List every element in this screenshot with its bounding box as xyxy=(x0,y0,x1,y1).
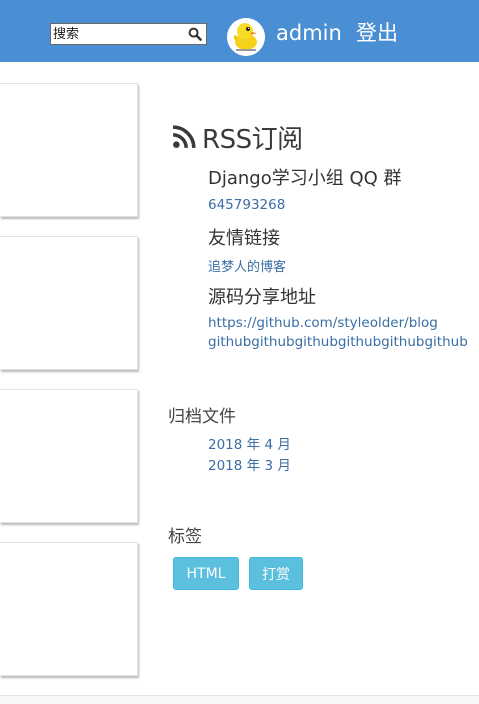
source-link-github[interactable]: https://github.com/styleolder/blog xyxy=(208,315,438,331)
post-card xyxy=(0,542,138,676)
logout-link[interactable]: 登出 xyxy=(356,19,398,47)
post-card xyxy=(0,389,138,523)
search-box[interactable] xyxy=(50,23,207,45)
post-card xyxy=(0,236,138,370)
post-card xyxy=(0,83,138,217)
rss-title: RSS订阅 xyxy=(202,124,303,155)
tag-reward[interactable]: 打赏 xyxy=(249,557,303,590)
friend-link[interactable]: 追梦人的博客 xyxy=(208,256,286,275)
search-icon[interactable] xyxy=(188,27,202,41)
tags-title: 标签 xyxy=(168,527,202,547)
qq-group-title: Django学习小组 QQ 群 xyxy=(208,168,402,189)
search-input[interactable] xyxy=(53,25,181,43)
friend-links-title: 友情链接 xyxy=(208,228,280,249)
rss-icon xyxy=(172,125,196,149)
source-link-extra[interactable]: githubgithubgithubgithubgithubgithub xyxy=(208,334,468,350)
duck-avatar-icon xyxy=(227,18,265,56)
archive-link[interactable]: 2018 年 3 月 xyxy=(208,454,291,474)
avatar[interactable] xyxy=(227,18,265,56)
tag-html[interactable]: HTML xyxy=(173,557,239,590)
archive-link[interactable]: 2018 年 4 月 xyxy=(208,433,291,453)
footer xyxy=(0,696,479,704)
top-navbar: admin 登出 xyxy=(0,0,479,62)
archive-title: 归档文件 xyxy=(168,407,236,427)
rss-heading[interactable]: RSS订阅 xyxy=(172,120,303,155)
qq-group-number-link[interactable]: 645793268 xyxy=(208,197,285,213)
source-title: 源码分享地址 xyxy=(208,287,316,308)
username-link[interactable]: admin xyxy=(276,19,342,47)
